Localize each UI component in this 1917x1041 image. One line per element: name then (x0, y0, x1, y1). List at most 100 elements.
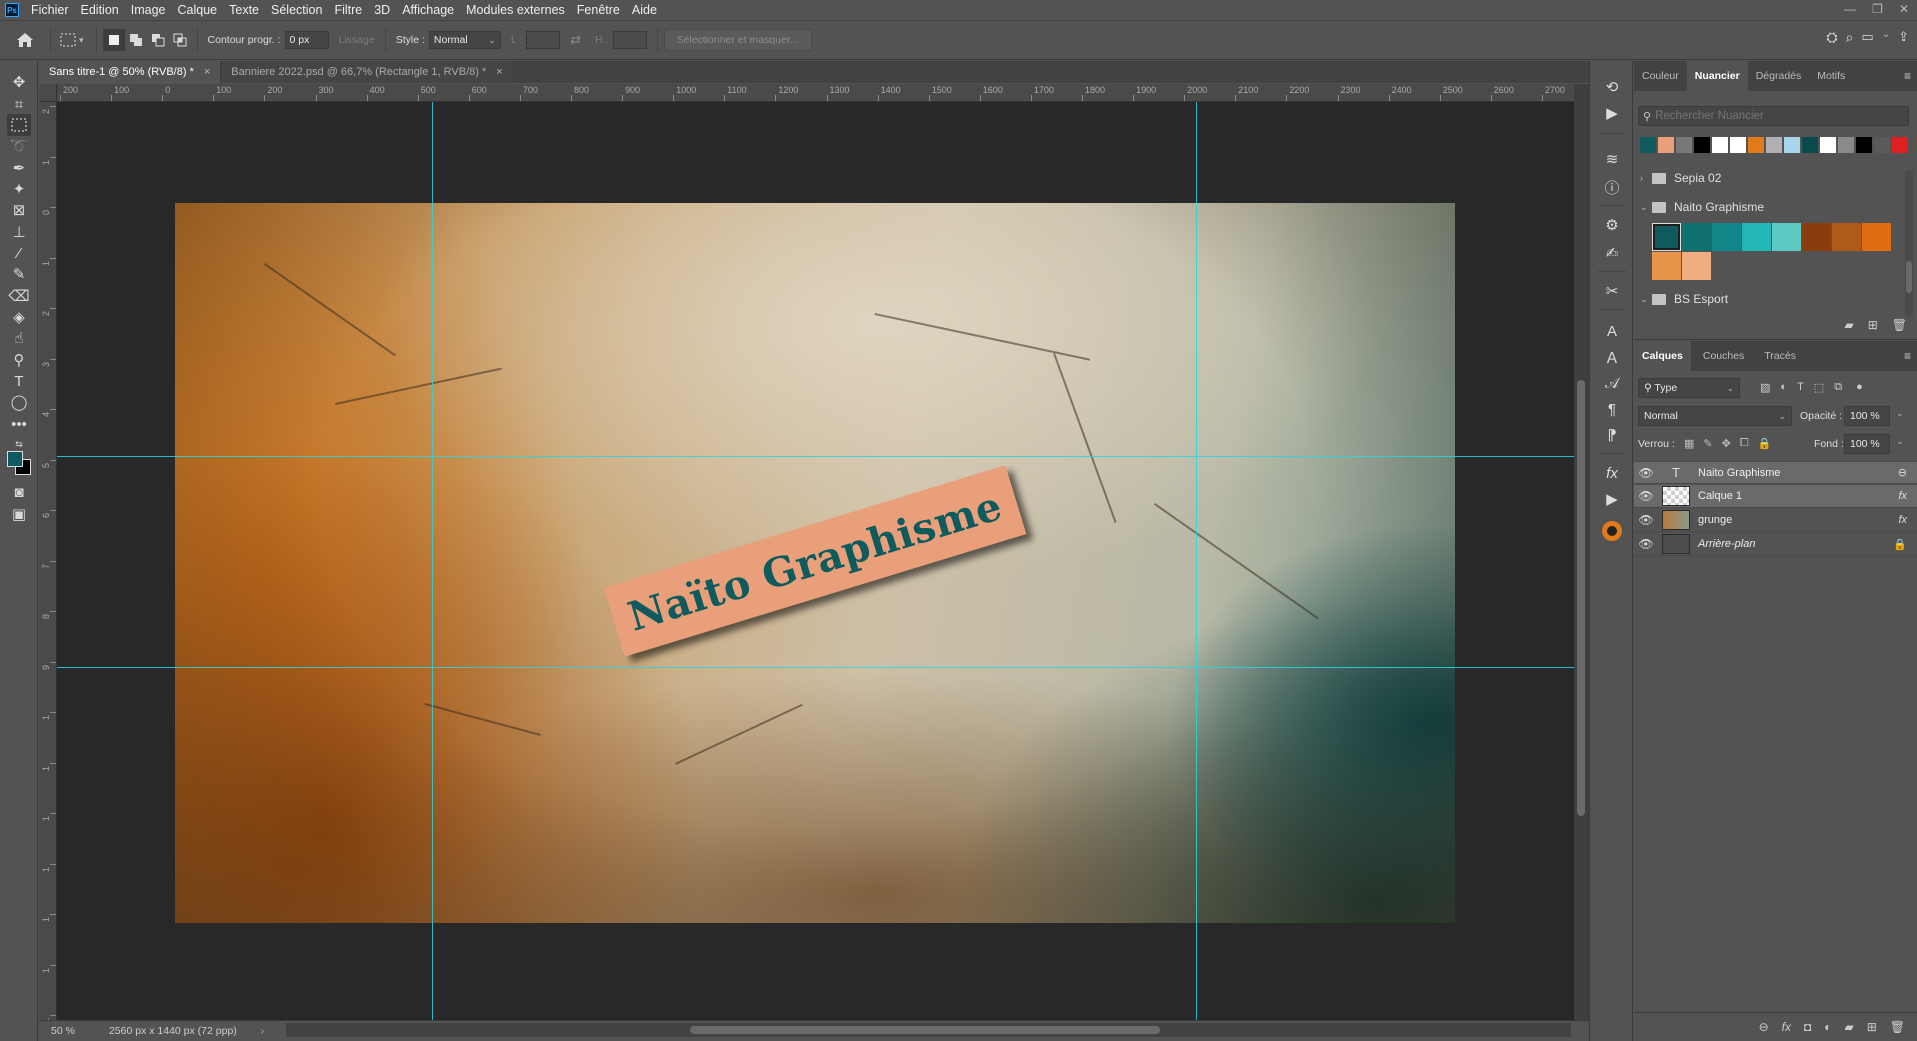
lock-icon[interactable]: 🔒 (1893, 538, 1907, 551)
type-tool-icon[interactable]: T (7, 370, 31, 392)
timeline-icon[interactable]: ▶ (1600, 487, 1624, 511)
recent-color-swatch[interactable] (1892, 137, 1908, 153)
swatch[interactable] (1742, 223, 1771, 251)
new-adjustment-icon[interactable]: ◐ (1824, 1020, 1831, 1034)
color-swatches[interactable] (7, 451, 33, 477)
blend-mode-select[interactable]: Normal ⌄ (1638, 406, 1792, 426)
style-select[interactable]: Normal ⌄ (428, 31, 501, 49)
swatch-scrollbar[interactable] (1905, 171, 1913, 316)
link-layers-icon[interactable]: ⊖ (1759, 1020, 1769, 1034)
photoshop-logo-icon[interactable]: Ps (5, 3, 19, 17)
home-icon[interactable] (14, 29, 36, 51)
swatch[interactable] (1832, 223, 1861, 251)
lissage-checkbox[interactable]: Lissage (339, 34, 375, 46)
recent-color-swatch[interactable] (1676, 137, 1692, 153)
minimize-button[interactable]: — (1844, 0, 1856, 18)
recent-color-swatch[interactable] (1712, 137, 1728, 153)
tab-calques[interactable]: Calques (1634, 341, 1691, 371)
add-to-selection-icon[interactable] (125, 29, 147, 51)
menu-calque[interactable]: Calque (172, 0, 224, 20)
menu-fenetre[interactable]: Fenêtre (571, 0, 626, 20)
layer-filter-select[interactable]: ⚲ Type ⌄ (1638, 378, 1740, 398)
swatch-group-naito[interactable]: ⌄ Naito Graphisme (1640, 197, 1764, 217)
workspace-icon[interactable]: ▭ (1861, 29, 1873, 46)
filter-shape-icon[interactable]: ⬚ (1814, 381, 1824, 394)
smudge-tool-icon[interactable]: ☝ (7, 327, 31, 349)
ruler-corner[interactable] (39, 84, 57, 102)
glyphs-icon[interactable]: 𝒜 (1600, 371, 1624, 395)
marquee-preset-icon[interactable] (57, 29, 79, 51)
close-window-button[interactable]: ✕ (1899, 0, 1909, 18)
paragraph-icon[interactable]: ¶ (1600, 397, 1624, 421)
recent-color-swatch[interactable] (1694, 137, 1710, 153)
panel-menu-icon[interactable]: ≡ (1904, 69, 1911, 83)
vertical-ruler[interactable]: 21012345678911111111 (39, 102, 57, 1020)
swatch-search[interactable]: ⚲ (1638, 106, 1909, 126)
link-icon[interactable]: ⊖ (1898, 466, 1907, 479)
delete-swatch-icon[interactable]: 🗑 (1892, 318, 1907, 332)
recent-color-swatch[interactable] (1640, 137, 1656, 153)
quick-mask-icon[interactable]: ◙ (7, 481, 31, 503)
menu-modules-externes[interactable]: Modules externes (460, 0, 571, 20)
menu-edition[interactable]: Edition (75, 0, 125, 20)
eraser-tool-icon[interactable]: ⌫ (7, 285, 31, 307)
menu-filtre[interactable]: Filtre (328, 0, 368, 20)
filter-smart-icon[interactable]: ⧉ (1834, 381, 1842, 394)
menu-3d[interactable]: 3D (368, 0, 396, 20)
ellipse-tool-icon[interactable]: ◯ (7, 391, 31, 413)
character-styles-icon[interactable]: Ａ (1600, 345, 1624, 369)
width-input[interactable] (526, 31, 561, 49)
foreground-color-swatch[interactable] (7, 451, 23, 467)
recent-color-swatch[interactable] (1730, 137, 1746, 153)
vertical-guide[interactable] (432, 102, 433, 1020)
menu-fichier[interactable]: Fichier (25, 0, 75, 20)
magic-wand-tool-icon[interactable]: ✦ (7, 178, 31, 200)
new-layer-icon[interactable]: ⊞ (1867, 1020, 1877, 1034)
opacity-chevron-icon[interactable]: ⌄ (1896, 408, 1904, 419)
tab-motifs[interactable]: Motifs (1809, 61, 1853, 91)
canvas-vertical-scrollbar[interactable] (1574, 84, 1589, 1020)
eyedropper-tool-icon[interactable]: ⁄ (7, 242, 31, 264)
menu-selection[interactable]: Sélection (265, 0, 328, 20)
zoom-level[interactable]: 50 % (51, 1025, 75, 1037)
add-mask-icon[interactable]: ◘ (1804, 1020, 1811, 1034)
lock-pixels-icon[interactable]: ✎ (1703, 437, 1712, 450)
recent-color-swatch[interactable] (1820, 137, 1836, 153)
styles-icon[interactable]: fx (1600, 461, 1624, 485)
recent-color-swatch[interactable] (1802, 137, 1818, 153)
horizontal-ruler[interactable]: 200 100 0 100 200 300 400 500 600 700 800 900 1000 11… (57, 84, 1574, 102)
recent-color-swatch[interactable] (1838, 137, 1854, 153)
rectangular-marquee-tool-icon[interactable] (7, 114, 31, 136)
artwork-image[interactable]: Naïto Graphisme (175, 203, 1455, 923)
subtract-selection-icon[interactable] (147, 29, 169, 51)
crop-tool-icon[interactable]: ⌗ (7, 93, 31, 115)
properties-icon[interactable]: ⚙ (1600, 213, 1624, 237)
tab-traces[interactable]: Tracés (1756, 341, 1804, 371)
swatch[interactable] (1682, 252, 1711, 280)
swatch-group-bs-esport[interactable]: ⌄ BS Esport (1640, 289, 1728, 309)
screen-mode-icon[interactable]: ▣ (7, 503, 31, 525)
tab-degrades[interactable]: Dégradés (1748, 61, 1810, 91)
brush-tool-icon[interactable]: ✎ (7, 263, 31, 285)
pen-tool-icon[interactable]: ✒ (7, 157, 31, 179)
paint-bucket-tool-icon[interactable]: ◈ (7, 306, 31, 328)
opacity-input[interactable]: 100 % (1844, 406, 1890, 426)
close-tab-icon[interactable]: × (496, 66, 502, 78)
restore-button[interactable]: ❐ (1872, 0, 1883, 18)
lock-artboard-icon[interactable]: ⧠ (1740, 437, 1749, 450)
menu-image[interactable]: Image (125, 0, 172, 20)
preset-chevron-icon[interactable]: ▾ (79, 35, 84, 46)
search-icon[interactable]: ⌕ (1846, 29, 1854, 46)
menu-texte[interactable]: Texte (223, 0, 265, 20)
fill-input[interactable]: 100 % (1844, 434, 1890, 454)
history-icon[interactable]: ⟲ (1600, 75, 1624, 99)
lasso-tool-icon[interactable]: ➰ (7, 135, 31, 157)
workspace-chevron-icon[interactable]: ⌄ (1882, 29, 1890, 46)
fill-chevron-icon[interactable]: ⌄ (1896, 436, 1904, 447)
tab-nuancier[interactable]: Nuancier (1686, 61, 1748, 91)
recent-color-swatch[interactable] (1784, 137, 1800, 153)
horizontal-guide[interactable] (57, 456, 1574, 457)
tab-couleur[interactable]: Couleur (1634, 61, 1687, 91)
new-selection-icon[interactable] (102, 29, 125, 51)
doc-tab-banniere[interactable]: Banniere 2022.psd @ 66,7% (Rectangle 1, … (221, 61, 514, 83)
